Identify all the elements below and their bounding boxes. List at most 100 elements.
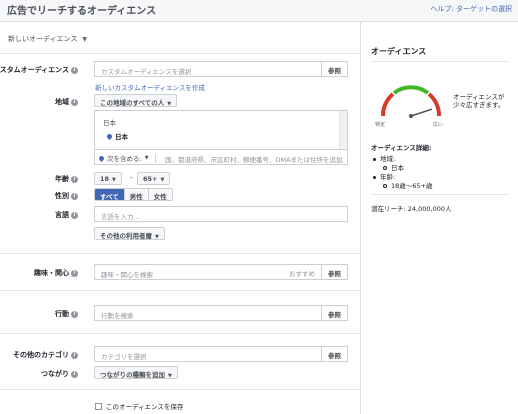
- interests-input[interactable]: 趣味・関心を検索 おすすめ 参照: [94, 264, 348, 280]
- chevron-down-icon: ▼: [160, 177, 165, 183]
- potential-reach: 潜在リーチ: 24,000,000人: [371, 205, 452, 213]
- location-search-row: 次を含める: ▼ 国、都道府県、市区町村、郵便番号、DMAまたは住所を追加: [94, 149, 348, 165]
- divider: [0, 290, 360, 291]
- age-label: 年齢 i: [55, 174, 78, 184]
- gender-option-male[interactable]: 男性: [124, 189, 149, 200]
- connections-label-text: つながり: [41, 370, 69, 378]
- age-separator: -: [130, 174, 133, 182]
- behaviors-input[interactable]: 行動を検索 参照: [94, 305, 348, 321]
- detail-age-text: 18歳〜65+歳: [391, 182, 433, 190]
- location-country: 日本: [103, 119, 116, 127]
- more-categories-input[interactable]: カテゴリを選択 参照: [94, 346, 348, 362]
- gender-label: 性別 i: [55, 191, 78, 201]
- divider: [0, 389, 360, 390]
- info-icon[interactable]: i: [71, 192, 78, 200]
- gender-selector: すべて 男性 女性: [94, 188, 173, 201]
- interests-label: 趣味・関心 i: [34, 268, 78, 278]
- audience-size-gauge: 特定 広い: [375, 85, 443, 128]
- info-icon[interactable]: i: [71, 310, 78, 318]
- location-label-text: 地域: [55, 98, 69, 106]
- location-scope-dropdown[interactable]: この地域のすべての人 ▼: [94, 94, 178, 107]
- chevron-down-icon: ▼: [167, 101, 172, 107]
- gender-option-female[interactable]: 女性: [148, 189, 172, 200]
- gauge-needle: [410, 108, 433, 117]
- behaviors-label-text: 行動: [55, 310, 69, 318]
- location-label: 地域 i: [55, 97, 78, 107]
- detail-age-value: 18歳〜65+歳: [383, 180, 433, 190]
- location-scope-value: この地域のすべての人: [100, 99, 165, 107]
- summary-title: オーディエンス: [371, 47, 427, 56]
- interests-label-text: 趣味・関心: [34, 269, 69, 277]
- custom-audience-label-text: カスタムオーディエンス: [0, 66, 69, 74]
- age-max-dropdown[interactable]: 65+ ▼: [137, 172, 171, 185]
- custom-audience-input[interactable]: カスタムオーディエンスを選択 参照: [94, 61, 348, 77]
- page-title: 広告でリーチするオーディエンス: [7, 6, 157, 17]
- language-input[interactable]: 言語を入力...: [94, 206, 348, 222]
- header: 広告でリーチするオーディエンス ヘルプ: ターゲットの選択: [0, 0, 518, 22]
- location-selected-item[interactable]: 日本: [105, 131, 128, 141]
- more-categories-label: その他のカテゴリ i: [13, 350, 78, 360]
- location-scrollbar[interactable]: [339, 111, 347, 149]
- age-min-dropdown[interactable]: 18 ▼: [94, 172, 122, 185]
- divider: [154, 153, 156, 163]
- more-demographics-button[interactable]: その他の利用者層 ▼: [94, 227, 165, 240]
- more-categories-browse-button[interactable]: 参照: [321, 347, 347, 361]
- info-icon[interactable]: i: [71, 351, 78, 359]
- chevron-down-icon: ▼: [144, 155, 149, 161]
- gauge-left-label: 特定: [375, 121, 385, 128]
- custom-audience-browse-button[interactable]: 参照: [321, 62, 347, 76]
- divider: [371, 61, 509, 62]
- language-label-text: 言語: [55, 211, 69, 219]
- divider: [371, 194, 509, 195]
- location-include-label: 次を含める:: [107, 155, 142, 163]
- details-title: オーディエンス詳細:: [371, 144, 432, 152]
- more-demographics-label: その他の利用者層: [100, 232, 152, 240]
- bullet-icon: [383, 184, 387, 188]
- info-icon[interactable]: i: [71, 98, 78, 106]
- gauge-status-text: オーディエンスが少々広すぎます。: [453, 93, 505, 109]
- audience-selector[interactable]: 新しいオーディエンス ▼: [8, 34, 87, 44]
- location-include-dropdown[interactable]: 次を含める: ▼: [97, 153, 156, 163]
- custom-audience-placeholder: カスタムオーディエンスを選択: [101, 68, 192, 76]
- chevron-down-icon: ▼: [155, 234, 159, 240]
- create-custom-audience-link[interactable]: 新しいカスタムオーディエンスを作成: [95, 82, 205, 92]
- checkbox-icon: [95, 402, 102, 410]
- bullet-icon: [373, 157, 376, 161]
- save-audience-label: このオーディエンスを保存: [106, 403, 184, 411]
- chevron-down-icon: ▼: [82, 36, 87, 43]
- info-icon[interactable]: i: [71, 175, 78, 183]
- audience-summary-panel: オーディエンス 特定 広い オーディエンスが少々広すぎます。 オーディエンス詳細…: [360, 22, 518, 414]
- divider: [0, 253, 360, 254]
- gender-option-all[interactable]: すべて: [95, 189, 125, 200]
- connections-dropdown-label: つながりの種類を追加: [100, 371, 165, 379]
- location-search-input[interactable]: 国、都道府県、市区町村、郵便番号、DMAまたは住所を追加: [165, 154, 343, 164]
- gauge-red-segment: [427, 92, 442, 117]
- age-max-value: 65+: [143, 175, 158, 183]
- info-icon[interactable]: i: [71, 269, 78, 277]
- info-icon[interactable]: i: [71, 370, 78, 378]
- gauge-right-label: 広い: [433, 121, 443, 128]
- connections-dropdown[interactable]: つながりの種類を追加 ▼: [94, 366, 178, 379]
- bullet-icon: [373, 175, 376, 179]
- interests-browse-button[interactable]: 参照: [321, 265, 347, 279]
- age-label-text: 年齢: [55, 175, 69, 183]
- save-audience-checkbox[interactable]: このオーディエンスを保存: [95, 401, 183, 411]
- help-link[interactable]: ヘルプ: ターゲットの選択: [430, 4, 512, 14]
- gauge-hub: [409, 114, 413, 118]
- gender-label-text: 性別: [55, 192, 69, 200]
- gauge-green-segment: [392, 85, 430, 95]
- info-icon[interactable]: i: [71, 211, 78, 219]
- more-categories-placeholder: カテゴリを選択: [101, 353, 147, 361]
- interests-placeholder: 趣味・関心を検索: [101, 271, 153, 279]
- divider: [0, 333, 360, 334]
- custom-audience-label: カスタムオーディエンス i: [0, 65, 78, 75]
- behaviors-browse-button[interactable]: 参照: [321, 306, 347, 320]
- language-placeholder: 言語を入力...: [101, 213, 140, 221]
- location-pin-icon: [97, 154, 106, 162]
- divider: [0, 53, 360, 54]
- interests-suggestions-button[interactable]: おすすめ: [289, 268, 315, 278]
- location-pin-icon: [105, 132, 114, 140]
- chevron-down-icon: ▼: [112, 177, 116, 183]
- info-icon[interactable]: i: [71, 66, 78, 74]
- behaviors-label: 行動 i: [55, 309, 78, 319]
